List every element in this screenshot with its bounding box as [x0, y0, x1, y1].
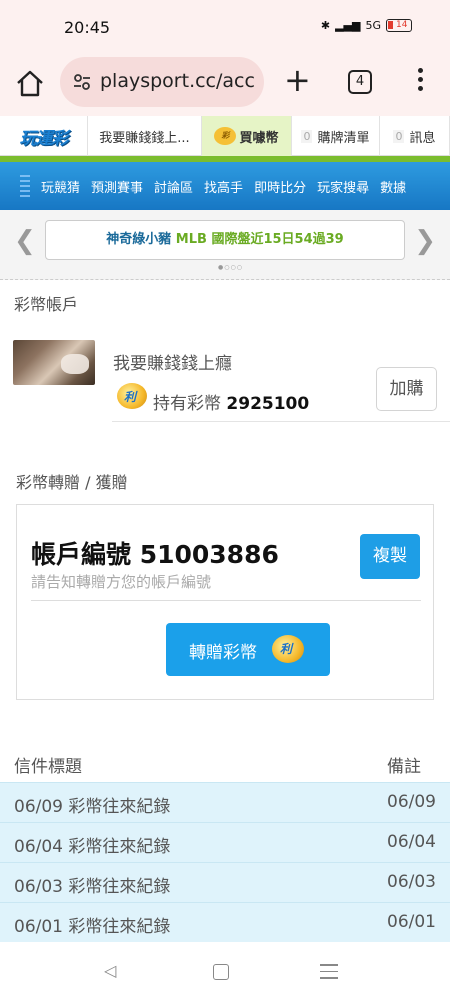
divider	[112, 421, 450, 422]
divider	[31, 600, 421, 601]
column-note-header: 備註	[387, 757, 421, 777]
new-tab-icon[interactable]: +	[284, 64, 311, 96]
main-nav: 玩競猜 預測賽事 討論區 找高手 即時比分 玩家搜尋 數據	[0, 162, 450, 210]
mail-title: 06/04 彩幣往來紀錄	[14, 837, 171, 857]
chevron-left-icon[interactable]: ❮	[14, 226, 36, 256]
coin-icon	[272, 635, 304, 663]
mail-note: 06/04	[387, 832, 436, 852]
cart-tab[interactable]: 0 購牌清單	[292, 116, 380, 156]
banner-record: MLB 國際盤近15日54過39	[175, 232, 344, 247]
mail-note: 06/03	[387, 872, 436, 892]
wallet-section-title: 彩幣帳戶	[14, 295, 79, 314]
site-top-bar: 玩運彩 我要賺錢錢上... 彩 買噱幣 0 購牌清單 0 訊息	[0, 116, 450, 156]
bluetooth-icon: ✱	[320, 19, 331, 32]
table-row[interactable]: 06/04 彩幣往來紀錄 06/04	[0, 822, 450, 862]
nav-item-live-scores[interactable]: 即時比分	[254, 177, 306, 196]
battery-icon: 14	[386, 19, 412, 32]
site-logo-cell[interactable]: 玩運彩	[0, 116, 88, 156]
home-button-icon[interactable]	[213, 964, 229, 980]
mail-note: 06/01	[387, 912, 436, 932]
wallet-username: 我要賺錢錢上癮	[113, 354, 232, 374]
account-number: 帳戶編號 51003886	[31, 540, 279, 569]
status-icons: ✱ ▂▄▆ 5G 14	[321, 19, 412, 32]
url-text: playsport.cc/acco	[100, 70, 256, 92]
chevron-right-icon[interactable]: ❯	[414, 226, 436, 256]
table-row[interactable]: 06/03 彩幣往來紀錄 06/03	[0, 862, 450, 902]
signal-icon: ▂▄▆	[335, 19, 361, 32]
home-icon[interactable]	[14, 68, 46, 100]
address-bar[interactable]: playsport.cc/acco	[60, 57, 264, 107]
promo-carousel: ❮ 神奇綠小豬 MLB 國際盤近15日54過39 ❯ ●○○○	[0, 210, 450, 280]
mail-table-header: 信件標題 備註	[0, 744, 450, 782]
avatar	[13, 340, 95, 385]
username-tab-label: 我要賺錢錢上...	[99, 130, 190, 146]
cart-count-badge: 0	[301, 129, 313, 143]
transfer-section-title: 彩幣轉贈 / 獲贈	[16, 473, 128, 492]
coin-holding: 持有彩幣 2925100	[153, 389, 309, 414]
network-type: 5G	[365, 19, 381, 32]
cart-label: 購牌清單	[317, 130, 370, 146]
buy-coins-tab[interactable]: 彩 買噱幣	[202, 116, 292, 156]
nav-item-predict[interactable]: 預測賽事	[91, 177, 143, 196]
status-time: 20:45	[64, 18, 111, 37]
browser-toolbar: playsport.cc/acco + 4	[0, 56, 450, 116]
carousel-pager: ●○○○	[218, 264, 243, 271]
copy-button[interactable]: 複製	[360, 534, 420, 579]
table-row[interactable]: 06/09 彩幣往來紀錄 06/09	[0, 782, 450, 822]
holding-value: 2925100	[226, 394, 310, 414]
holding-label: 持有彩幣	[153, 394, 221, 414]
coin-icon	[117, 383, 147, 409]
messages-count-badge: 0	[393, 129, 405, 143]
transfer-card: 帳戶編號 51003886 請告知轉贈方您的帳戶編號 複製 轉贈彩幣	[16, 504, 434, 700]
nav-item-stats[interactable]: 數據	[380, 177, 406, 196]
gift-coins-label: 轉贈彩幣	[189, 643, 257, 663]
tab-switcher-button[interactable]: 4	[348, 70, 372, 94]
nav-item-player-search[interactable]: 玩家搜尋	[317, 177, 369, 196]
mail-title: 06/03 彩幣往來紀錄	[14, 877, 171, 897]
promo-banner[interactable]: 神奇綠小豬 MLB 國際盤近15日54過39	[45, 220, 405, 260]
recent-apps-icon[interactable]	[320, 964, 338, 984]
mail-note: 06/09	[387, 792, 436, 812]
mail-title: 06/09 彩幣往來紀錄	[14, 797, 171, 817]
messages-label: 訊息	[409, 130, 436, 146]
site-settings-icon[interactable]	[72, 72, 92, 92]
add-purchase-button[interactable]: 加購	[376, 367, 437, 411]
site-logo[interactable]: 玩運彩	[20, 124, 69, 149]
username-tab[interactable]: 我要賺錢錢上...	[88, 116, 202, 156]
coin-icon: 彩	[214, 127, 237, 145]
nav-item-forum[interactable]: 討論區	[154, 177, 193, 196]
messages-tab[interactable]: 0 訊息	[380, 116, 450, 156]
gift-coins-button[interactable]: 轉贈彩幣	[166, 623, 330, 676]
account-hint: 請告知轉贈方您的帳戶編號	[31, 573, 212, 591]
nav-item-experts[interactable]: 找高手	[204, 177, 243, 196]
system-nav-bar: ◁	[0, 944, 450, 1000]
nav-item-guess[interactable]: 玩競猜	[41, 177, 80, 196]
buy-coins-label: 買噱幣	[239, 130, 279, 146]
more-menu-icon[interactable]	[410, 68, 430, 96]
banner-name: 神奇綠小豬	[106, 232, 172, 247]
status-bar: 20:45 ✱ ▂▄▆ 5G 14	[0, 0, 450, 56]
back-icon[interactable]: ◁	[104, 961, 116, 980]
battery-level: 14	[396, 20, 408, 30]
mail-title: 06/01 彩幣往來紀錄	[14, 917, 171, 937]
nav-grip-icon	[20, 175, 30, 197]
table-row[interactable]: 06/01 彩幣往來紀錄 06/01	[0, 902, 450, 942]
column-title-header: 信件標題	[14, 757, 82, 777]
